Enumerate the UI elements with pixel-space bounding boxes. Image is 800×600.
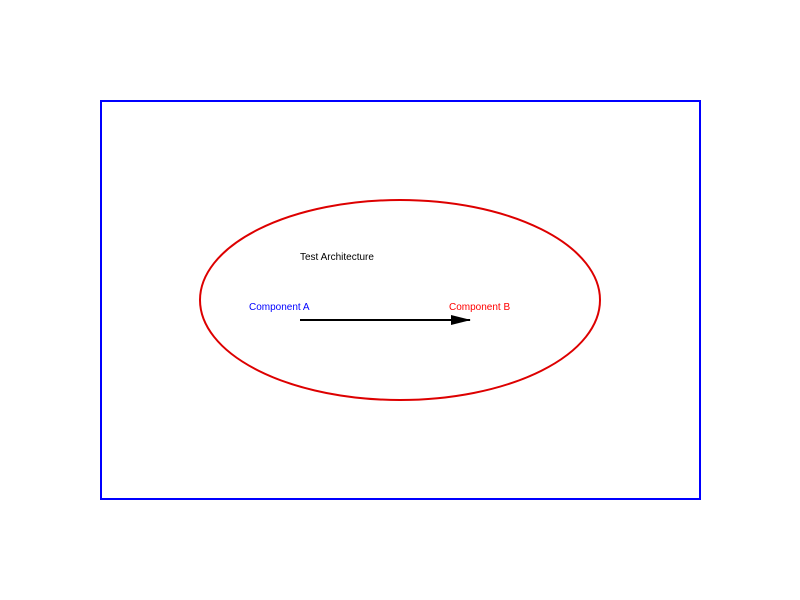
diagram-title: Test Architecture bbox=[300, 252, 374, 263]
diagram-svg: Test Architecture Component A Component … bbox=[100, 100, 701, 500]
outer-frame bbox=[100, 100, 701, 500]
diagram-canvas: Test Architecture Component A Component … bbox=[0, 0, 800, 600]
component-a-label: Component A bbox=[249, 302, 310, 313]
architecture-ellipse bbox=[199, 199, 601, 401]
component-b-label: Component B bbox=[449, 302, 510, 313]
